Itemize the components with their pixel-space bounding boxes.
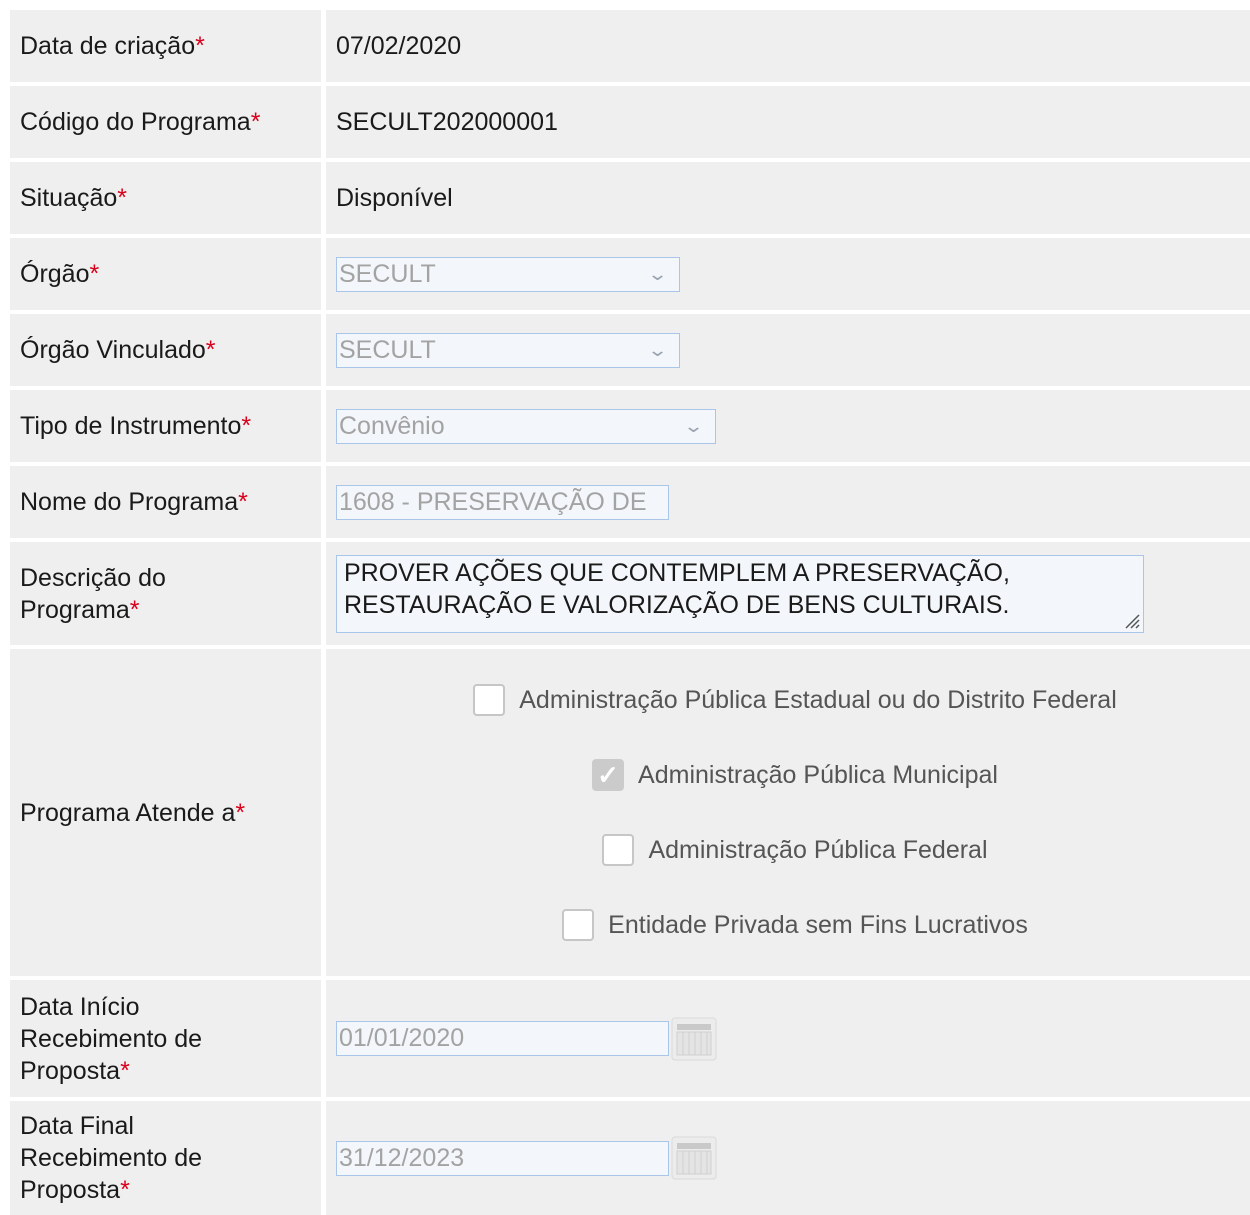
label-data-inicio: Data Início Recebimento de Proposta* — [10, 980, 321, 1097]
required-marker: * — [120, 1056, 130, 1085]
checkbox-box[interactable] — [602, 834, 635, 866]
label-situacao: Situação * — [10, 162, 321, 234]
chevron-down-icon: ⌄ — [646, 339, 669, 360]
select-value: SECULT — [339, 335, 436, 364]
label-descricao-programa: Descrição do Programa* — [10, 542, 321, 645]
nome-programa-input[interactable]: 1608 - PRESERVAÇÃO DE — [336, 484, 669, 520]
orgao-vinculado-select[interactable]: SECULT ⌄ — [336, 332, 680, 368]
label-codigo-programa: Código do Programa * — [10, 86, 321, 158]
label-tipo-instrumento: Tipo de Instrumento * — [10, 390, 321, 462]
label-text: Situação — [20, 184, 118, 212]
value-orgao-vinculado: SECULT ⌄ — [326, 314, 1250, 386]
textarea-line: PROVER AÇÕES QUE CONTEMPLEM A PRESERVAÇÃ… — [344, 558, 1010, 587]
checkbox-label: Entidade Privada sem Fins Lucrativos — [608, 910, 1028, 939]
checkmark-icon: ✓ — [597, 760, 619, 790]
checkbox-municipal[interactable]: ✓ Administração Pública Municipal — [592, 738, 998, 813]
row-situacao: Situação * Disponível — [10, 162, 1250, 234]
label-text: Proposta — [20, 1176, 121, 1204]
chevron-down-icon: ⌄ — [682, 415, 705, 436]
label-text: Nome do Programa — [20, 488, 239, 516]
row-codigo-programa: Código do Programa * SECULT202000001 — [10, 86, 1250, 158]
label-text: Tipo de Instrumento — [20, 412, 242, 440]
label-nome-programa: Nome do Programa * — [10, 466, 321, 538]
label-text: Órgão Vinculado — [20, 336, 206, 364]
value-nome-programa: 1608 - PRESERVAÇÃO DE — [326, 466, 1250, 538]
label-data-final: Data Final Recebimento de Proposta* — [10, 1101, 321, 1215]
label-text: Data Início — [20, 992, 140, 1021]
label-text: Programa — [20, 595, 130, 624]
data-final-input[interactable]: 31/12/2023 — [336, 1140, 669, 1176]
checkbox-box[interactable]: ✓ — [592, 759, 625, 791]
label-text: Proposta — [20, 1056, 121, 1085]
textarea-line: RESTAURAÇÃO E VALORIZAÇÃO DE BENS CULTUR… — [344, 590, 1010, 619]
select-value: SECULT — [339, 259, 436, 288]
orgao-select[interactable]: SECULT ⌄ — [336, 256, 680, 292]
required-marker: * — [241, 412, 252, 440]
label-text: Programa Atende a — [20, 798, 236, 827]
label-orgao-vinculado: Órgão Vinculado * — [10, 314, 321, 386]
row-programa-atende: Programa Atende a * Administração Pública… — [10, 649, 1250, 976]
value-situacao: Disponível — [326, 162, 1250, 234]
row-nome-programa: Nome do Programa * 1608 - PRESERVAÇÃO DE — [10, 466, 1250, 538]
value-codigo-programa: SECULT202000001 — [326, 86, 1250, 158]
row-descricao-programa: Descrição do Programa* PROVER AÇÕES QUE … — [10, 542, 1250, 645]
label-text: Recebimento de — [20, 1144, 203, 1172]
required-marker: * — [235, 798, 246, 827]
row-data-inicio: Data Início Recebimento de Proposta* 01/… — [10, 980, 1250, 1097]
calendar-icon[interactable] — [671, 1136, 717, 1180]
resize-handle-icon[interactable] — [1122, 611, 1140, 629]
tipo-instrumento-select[interactable]: Convênio ⌄ — [336, 408, 716, 444]
required-marker: * — [250, 108, 261, 136]
checkbox-label: Administração Pública Estadual ou do Dis… — [519, 685, 1117, 714]
required-marker: * — [120, 1176, 130, 1204]
row-orgao: Órgão * SECULT ⌄ — [10, 238, 1250, 310]
checkbox-entidade-privada[interactable]: Entidade Privada sem Fins Lucrativos — [562, 888, 1028, 963]
label-text: Código do Programa — [20, 108, 251, 136]
value-orgao: SECULT ⌄ — [326, 238, 1250, 310]
descricao-programa-textarea[interactable]: PROVER AÇÕES QUE CONTEMPLEM A PRESERVAÇÃ… — [336, 554, 1144, 633]
chevron-down-icon: ⌄ — [646, 263, 669, 284]
checkbox-box[interactable] — [473, 684, 506, 716]
required-marker: * — [205, 336, 216, 364]
checkbox-label: Administração Pública Municipal — [638, 760, 998, 789]
value-tipo-instrumento: Convênio ⌄ — [326, 390, 1250, 462]
required-marker: * — [238, 488, 248, 516]
label-text: Recebimento de — [20, 1024, 203, 1053]
value-descricao-programa: PROVER AÇÕES QUE CONTEMPLEM A PRESERVAÇÃ… — [326, 542, 1250, 645]
value-data-final: 31/12/2023 — [326, 1101, 1250, 1215]
required-marker: * — [129, 595, 140, 624]
label-text: Data Final — [20, 1112, 134, 1140]
programa-atende-options: Administração Pública Estadual ou do Dis… — [326, 649, 1250, 976]
calendar-icon[interactable] — [671, 1017, 717, 1061]
value-data-inicio: 01/01/2020 — [326, 980, 1250, 1097]
checkbox-federal[interactable]: Administração Pública Federal — [602, 813, 988, 888]
label-text: Órgão — [20, 260, 90, 288]
required-marker: * — [117, 184, 128, 212]
label-programa-atende: Programa Atende a * — [10, 649, 321, 976]
select-value: Convênio — [339, 411, 445, 440]
label-text: Descrição do — [20, 563, 166, 592]
checkbox-label: Administração Pública Federal — [648, 835, 988, 864]
data-inicio-input[interactable]: 01/01/2020 — [336, 1021, 669, 1056]
row-data-final: Data Final Recebimento de Proposta* 31/1… — [10, 1101, 1250, 1215]
row-data-criacao: Data de criação * 07/02/2020 — [10, 10, 1250, 82]
label-orgao: Órgão * — [10, 238, 321, 310]
row-tipo-instrumento: Tipo de Instrumento * Convênio ⌄ — [10, 390, 1250, 462]
checkbox-box[interactable] — [562, 909, 595, 941]
checkbox-estadual[interactable]: Administração Pública Estadual ou do Dis… — [473, 663, 1117, 738]
row-orgao-vinculado: Órgão Vinculado * SECULT ⌄ — [10, 314, 1250, 386]
required-marker: * — [195, 32, 205, 60]
value-data-criacao: 07/02/2020 — [326, 10, 1250, 82]
label-text: Data de criação — [20, 32, 196, 60]
required-marker: * — [89, 260, 100, 288]
label-data-criacao: Data de criação * — [10, 10, 321, 82]
program-form: Data de criação * 07/02/2020 Código do Pr… — [10, 10, 1250, 1215]
